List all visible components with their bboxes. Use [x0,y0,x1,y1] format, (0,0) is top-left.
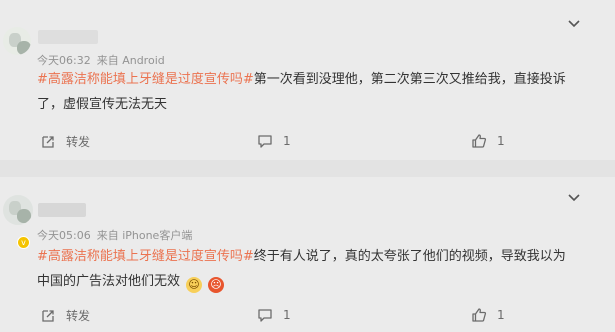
comment-icon [258,135,272,148]
chevron-down-icon[interactable] [567,189,581,203]
angry-emoji-icon: ☹ [208,277,225,293]
source-label: 来自 iPhone客户端 [96,229,193,242]
like-button[interactable]: 1 [471,133,505,149]
like-count: 1 [497,134,505,148]
comment-meta: 今天06:32 来自 Android [37,52,165,68]
comment-card: 今天06:32 来自 Android #高露洁称能填上牙缝是过度宣传吗#第一次看到… [0,0,615,160]
like-count: 1 [497,308,505,322]
share-button[interactable]: 转发 [40,307,90,324]
comment-text: #高露洁称能填上牙缝是过度宣传吗#第一次看到没理他，第二次第三次又推给我，直接投… [37,67,577,117]
comment-count: 1 [283,134,291,148]
timestamp: 今天05:06 [37,229,91,242]
source-label: 来自 Android [96,54,165,67]
username-blurred[interactable] [38,30,98,44]
comment-count: 1 [283,308,291,322]
comment-text: #高露洁称能填上牙缝是过度宣传吗#终于有人说了，真的太夸张了他们的视频，导致我以… [37,244,577,294]
action-bar: 转发 1 1 [0,133,615,153]
share-icon [42,309,54,322]
share-label: 转发 [66,309,91,323]
share-icon [42,135,54,148]
like-button[interactable]: 1 [471,307,505,323]
comment-meta: 今天05:06 来自 iPhone客户端 [37,227,192,243]
share-label: 转发 [66,135,91,149]
divider [0,160,615,177]
hashtag-link[interactable]: #高露洁称能填上牙缝是过度宣传吗# [37,72,254,87]
comment-icon [258,309,272,322]
like-icon [472,308,487,322]
action-bar: 转发 1 1 [0,307,615,327]
avatar[interactable] [3,27,31,55]
username-blurred[interactable] [38,203,86,217]
avatar[interactable] [3,195,33,225]
timestamp: 今天06:32 [37,54,91,67]
verified-badge-icon: v [17,236,30,249]
comment-button[interactable]: 1 [257,307,291,323]
chevron-down-icon[interactable] [567,15,581,29]
comment-card: v 今天05:06 来自 iPhone客户端 #高露洁称能填上牙缝是过度宣传吗#终… [0,177,615,332]
like-icon [472,134,487,148]
share-button[interactable]: 转发 [40,133,90,150]
comment-button[interactable]: 1 [257,133,291,149]
hashtag-link[interactable]: #高露洁称能填上牙缝是过度宣传吗# [37,249,254,264]
drool-emoji-icon: ☺ [186,277,203,293]
